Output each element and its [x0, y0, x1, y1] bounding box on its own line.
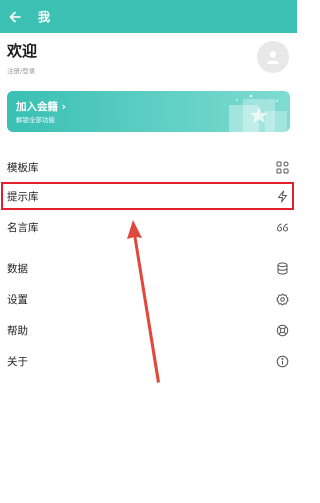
annotation-arrow: [127, 220, 160, 383]
